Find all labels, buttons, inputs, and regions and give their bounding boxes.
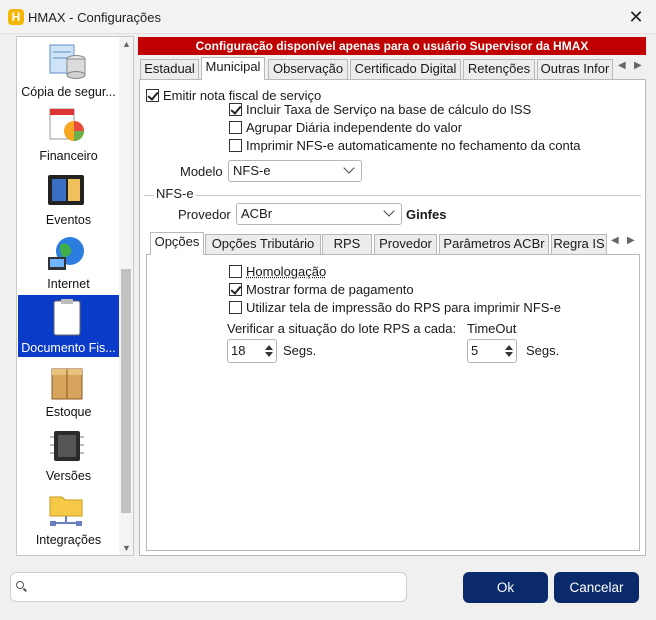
imprimir-nfse-label: Imprimir NFS-e automaticamente no fecham… — [246, 138, 581, 153]
search-input[interactable] — [10, 572, 407, 602]
tab-retencoes[interactable]: Retenções — [463, 59, 535, 79]
scroll-thumb[interactable] — [121, 269, 131, 513]
incluir-taxa-label: Incluir Taxa de Serviço na base de cálcu… — [246, 102, 532, 117]
emitir-checkbox[interactable] — [146, 89, 159, 102]
tab-observacao[interactable]: Observação — [268, 59, 348, 79]
emitir-label: Emitir nota fiscal de serviço — [163, 88, 322, 103]
verificar-label: Verificar a situação do lote RPS a cada: — [227, 321, 457, 336]
sidebar-item-label: Financeiro — [39, 149, 98, 163]
verificar-stepper[interactable]: 18 — [227, 339, 277, 363]
search-icon — [16, 581, 24, 589]
globe-icon — [48, 237, 84, 270]
provedor-label: Provedor — [178, 207, 231, 222]
opcoes-panel: Homologação Mostrar forma de pagamento U… — [146, 254, 640, 551]
timeout-label: TimeOut — [467, 321, 517, 336]
tab-scroll-right-icon[interactable]: ▶ — [634, 60, 642, 71]
chip-icon — [50, 431, 84, 461]
verificar-value: 18 — [231, 343, 246, 358]
close-icon[interactable]: ✕ — [616, 0, 656, 34]
stepper-up-icon[interactable] — [505, 345, 513, 350]
tab-regra-iss[interactable]: Regra IS — [551, 234, 607, 254]
sidebar-item-internet[interactable]: Internet — [18, 231, 119, 293]
imprimir-nfse-checkbox[interactable] — [229, 139, 242, 152]
homologacao-label: Homologação — [246, 264, 327, 279]
box-icon — [51, 368, 83, 400]
sidebar-item-label: Eventos — [45, 213, 92, 227]
scroll-down-icon[interactable]: ▼ — [122, 543, 131, 553]
supervisor-banner: Configuração disponível apenas para o us… — [138, 37, 646, 55]
sidebar-scrollbar[interactable]: ▲ ▼ — [119, 37, 133, 555]
folder-network-icon — [49, 496, 83, 526]
stepper-up-icon[interactable] — [265, 345, 273, 350]
ok-button[interactable]: Ok — [463, 572, 548, 603]
chevron-down-icon — [343, 162, 355, 174]
sidebar-item-documento-fiscal[interactable]: Documento Fis... — [18, 295, 119, 357]
chevron-down-icon — [383, 205, 395, 217]
sidebar: Cópia de segur... Financeiro Eventos Int… — [16, 36, 134, 556]
mostrar-pagamento-label: Mostrar forma de pagamento — [246, 282, 414, 297]
sidebar-item-eventos[interactable]: Eventos — [18, 167, 119, 229]
tab-estadual[interactable]: Estadual — [140, 59, 199, 79]
utilizar-tela-checkbox[interactable] — [229, 301, 242, 314]
sidebar-item-label: Versões — [45, 469, 92, 483]
verificar-unit: Segs. — [283, 343, 317, 358]
sidebar-item-versoes[interactable]: Versões — [18, 423, 119, 485]
provedor-value: ACBr — [241, 206, 273, 221]
sidebar-item-copia[interactable]: Cópia de segur... — [18, 39, 119, 101]
sidebar-item-financeiro[interactable]: Financeiro — [18, 103, 119, 165]
tab-opcoes-tributario[interactable]: Opções Tributário — [205, 234, 321, 254]
provedor-select[interactable]: ACBr — [236, 203, 402, 225]
subtab-scroll-right-icon[interactable]: ▶ — [627, 235, 635, 246]
municipal-panel: Emitir nota fiscal de serviço Incluir Ta… — [139, 79, 646, 556]
app-logo-icon: H — [8, 9, 24, 25]
clipboard-icon — [53, 299, 81, 336]
tab-parametros-acbr[interactable]: Parâmetros ACBr — [439, 234, 549, 254]
mostrar-pagamento-checkbox[interactable] — [229, 283, 242, 296]
tab-outras-informacoes[interactable]: Outras Infor — [537, 59, 613, 79]
timeout-value: 5 — [471, 343, 479, 358]
tab-bar: Estadual Municipal Observação Certificad… — [139, 57, 646, 80]
cancel-button[interactable]: Cancelar — [554, 572, 639, 603]
subtab-bar: Opções Opções Tributário RPS Provedor Pa… — [149, 232, 641, 255]
subtab-scroll-left-icon[interactable]: ◀ — [611, 235, 619, 246]
incluir-taxa-checkbox[interactable] — [229, 103, 242, 116]
timeout-stepper[interactable]: 5 — [467, 339, 517, 363]
sidebar-item-estoque[interactable]: Estoque — [18, 359, 119, 421]
stepper-down-icon[interactable] — [505, 352, 513, 357]
finance-icon — [49, 108, 84, 141]
tab-certificado-digital[interactable]: Certificado Digital — [350, 59, 461, 79]
tab-scroll-left-icon[interactable]: ◀ — [618, 60, 626, 71]
homologacao-checkbox[interactable] — [229, 265, 242, 278]
agrupar-diaria-label: Agrupar Diária independente do valor — [246, 120, 463, 135]
database-icon — [49, 44, 86, 79]
scroll-up-icon[interactable]: ▲ — [122, 39, 131, 49]
utilizar-tela-label: Utilizar tela de impressão do RPS para i… — [246, 300, 561, 315]
calendar-icon — [48, 175, 84, 205]
timeout-unit: Segs. — [526, 343, 560, 358]
agrupar-diaria-checkbox[interactable] — [229, 121, 242, 134]
nfse-group-label: NFS-e — [154, 186, 196, 201]
sidebar-item-label: Internet — [47, 277, 90, 291]
tab-provedor[interactable]: Provedor — [374, 234, 437, 254]
title-bar: H HMAX - Configurações ✕ — [0, 0, 656, 34]
tab-rps[interactable]: RPS — [322, 234, 372, 254]
sidebar-item-label: Documento Fis... — [21, 341, 116, 355]
modelo-select[interactable]: NFS-e — [228, 160, 362, 182]
sidebar-item-label: Cópia de segur... — [21, 85, 116, 99]
sidebar-item-integracoes[interactable]: Integrações — [18, 487, 119, 549]
sidebar-item-label: Integrações — [35, 533, 102, 547]
tab-municipal[interactable]: Municipal — [201, 57, 265, 80]
tab-opcoes[interactable]: Opções — [150, 232, 204, 255]
window-title: HMAX - Configurações — [28, 10, 161, 25]
modelo-value: NFS-e — [233, 163, 271, 178]
sidebar-item-label: Estoque — [45, 405, 92, 419]
modelo-label: Modelo — [180, 164, 223, 179]
provedor-name: Ginfes — [406, 207, 447, 222]
stepper-down-icon[interactable] — [265, 352, 273, 357]
